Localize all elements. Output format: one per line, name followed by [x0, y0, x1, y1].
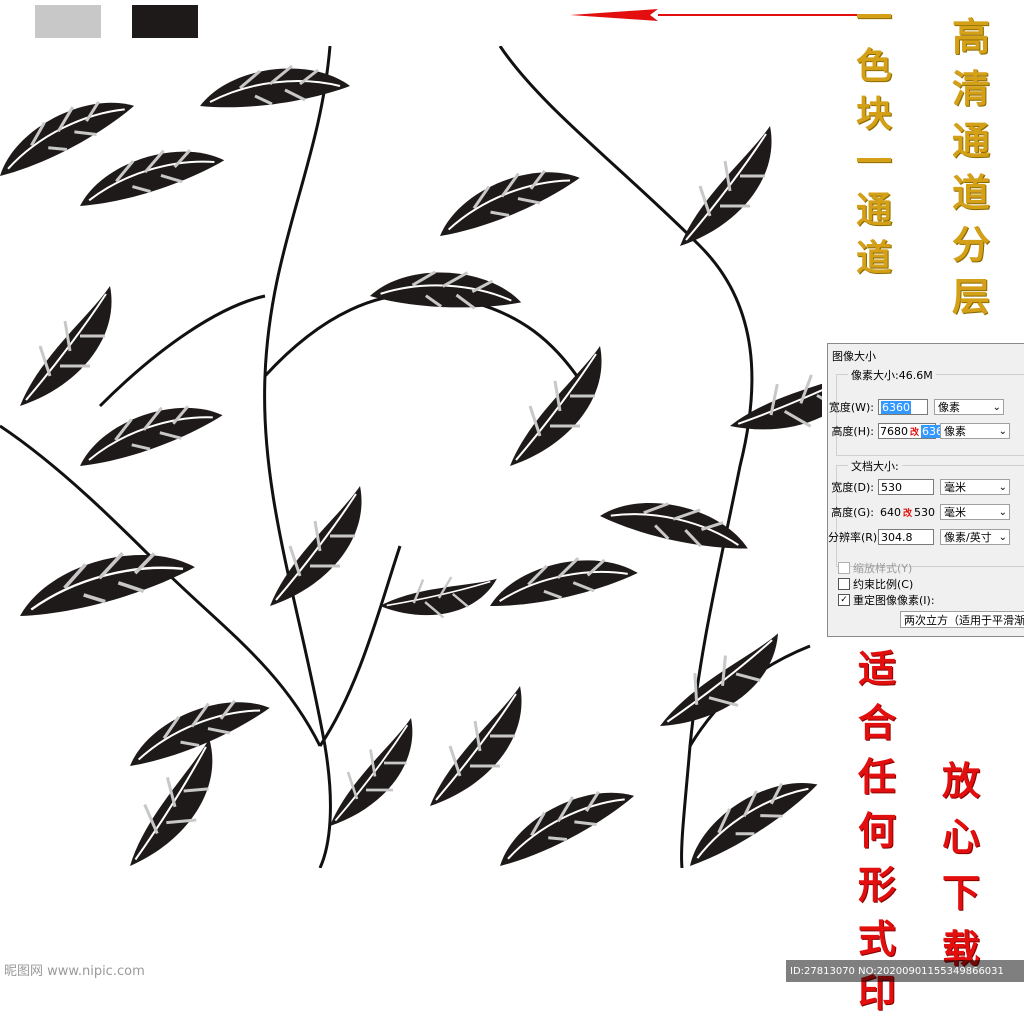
image-size-dialog: 图像大小 像素大小:46.6M 宽度(W): 6360 像素 高度(H): 76… [827, 343, 1024, 637]
pixel-height-row: 高度(H): 7680 改 6360 像素 [828, 423, 1010, 439]
doc-height-new-value: 530 [914, 505, 936, 519]
gray-swatch [35, 5, 101, 38]
pixel-height-label: 高度(H): [831, 425, 874, 438]
site-watermark: 昵图网 www.nipic.com [4, 964, 145, 979]
annotation-char: 式 [858, 916, 897, 961]
annotation-char: 一 [856, 0, 893, 39]
safe-download-annotation: 放 心 下 载 [942, 762, 980, 968]
checkbox-box [838, 578, 850, 590]
annotation-char: 块 [856, 93, 893, 135]
hd-channel-annotation: 高 清 通 道 分 层 [952, 18, 990, 316]
pixel-width-unit-select[interactable]: 像素 [934, 399, 1004, 415]
annotation-char: 适 [858, 646, 897, 691]
checkmark-icon: ✓ [838, 594, 850, 606]
annotation-char: 任 [858, 754, 897, 799]
image-id-bar: ID:27813070 NO:20200901155349866031 [786, 960, 1024, 982]
doc-height-old-value: 640 [880, 505, 901, 519]
annotation-char: 通 [952, 118, 991, 163]
pixel-dimensions-label: 像素大小:46.6M [848, 367, 936, 383]
doc-height-input[interactable]: 640 改 530 [878, 504, 936, 520]
annotation-char: 分 [952, 222, 991, 267]
annotation-char: 下 [942, 870, 981, 915]
document-size-label: 文档大小: [848, 458, 902, 474]
doc-height-label: 高度(G): [831, 506, 874, 519]
doc-height-unit-select[interactable]: 毫米 [940, 504, 1010, 520]
annotation-char: 一 [856, 141, 893, 183]
change-mark: 改 [903, 508, 913, 519]
resolution-row: 分辨率(R): 304.8 像素/英寸 [828, 529, 1010, 545]
checkbox-box [838, 562, 850, 574]
annotation-char: 放 [942, 758, 981, 803]
constrain-proportions-checkbox[interactable]: 约束比例(C) [838, 576, 913, 592]
annotation-char: 形 [858, 862, 897, 907]
leaf-pattern-artwork [0, 46, 822, 868]
scale-styles-label: 缩放样式(Y) [853, 562, 913, 575]
pixel-height-input[interactable]: 7680 改 6360 [878, 423, 952, 439]
pixel-width-input[interactable]: 6360 [878, 399, 928, 415]
red-arrow [570, 9, 863, 21]
annotation-char: 层 [952, 274, 991, 319]
doc-height-row: 高度(G): 640 改 530 毫米 [828, 504, 1010, 520]
constrain-proportions-label: 约束比例(C) [853, 578, 914, 591]
annotation-char: 心 [942, 814, 981, 859]
doc-width-input[interactable]: 530 [878, 479, 934, 495]
doc-width-label: 宽度(D): [831, 481, 874, 494]
annotation-char: 合 [858, 700, 897, 745]
annotation-char: 高 [952, 14, 991, 59]
doc-width-row: 宽度(D): 530 毫米 [828, 479, 1010, 495]
doc-width-unit-select[interactable]: 毫米 [940, 479, 1010, 495]
pixel-width-label: 宽度(W): [828, 401, 874, 414]
black-swatch [132, 5, 198, 38]
color-block-annotation: 一 色 块 一 通 道 [856, 0, 892, 276]
resolution-input[interactable]: 304.8 [878, 529, 934, 545]
resample-label: 重定图像像素(I): [853, 594, 935, 607]
resolution-label: 分辨率(R): [828, 531, 881, 544]
dialog-title: 图像大小 [832, 350, 876, 363]
resample-checkbox[interactable]: ✓ 重定图像像素(I): [838, 592, 935, 608]
pixel-dimensions-group [836, 374, 1024, 456]
pixel-width-row: 宽度(W): 6360 像素 [828, 399, 1004, 415]
pixel-width-value: 6360 [881, 400, 911, 414]
annotation-char: 通 [856, 189, 893, 231]
annotation-char: 色 [856, 45, 893, 87]
any-print-annotation: 适 合 任 何 形 式 印 [858, 650, 896, 1012]
annotation-char: 清 [952, 66, 991, 111]
resolution-unit-select[interactable]: 像素/英寸 [940, 529, 1010, 545]
scale-styles-checkbox[interactable]: 缩放样式(Y) [838, 560, 912, 576]
annotation-char: 何 [858, 808, 897, 853]
resample-method-select[interactable]: 两次立方（适用于平滑渐变 [900, 611, 1024, 628]
pixel-height-unit-select[interactable]: 像素 [940, 423, 1010, 439]
annotation-char: 道 [952, 170, 991, 215]
annotation-char: 道 [856, 237, 893, 279]
change-mark: 改 [910, 427, 920, 438]
pixel-height-old-value: 7680 [880, 424, 908, 438]
